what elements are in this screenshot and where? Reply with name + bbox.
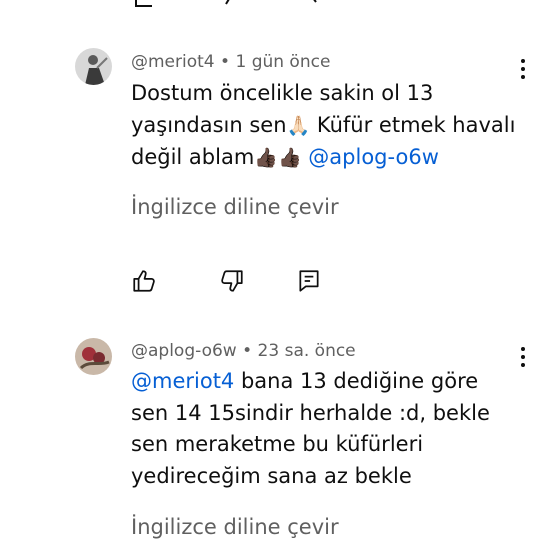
mention-link[interactable]: @aplog-o6w <box>302 145 439 169</box>
translate-link[interactable]: İngilizce diline çevir <box>131 195 339 219</box>
more-vert-icon <box>521 59 525 63</box>
comment-line: Dostum öncelikle sakin ol 13 <box>131 81 434 105</box>
avatar[interactable] <box>75 48 112 85</box>
reply-icon[interactable] <box>306 0 328 8</box>
comment-line: yaşındasın sen🙏🏻 Küfür etmek havalı <box>131 112 516 137</box>
comment-line: sen 14 15sindir herhalde :d, bekle <box>131 400 490 425</box>
comment-age[interactable]: 23 sa. önce <box>258 341 356 361</box>
comment-author[interactable]: @meriot4 <box>131 52 215 72</box>
mention-link[interactable]: @meriot4 <box>131 369 234 393</box>
like-icon[interactable] <box>131 268 157 294</box>
comment-line: değil ablam👍🏿👍🏿 @aplog-o6w <box>131 145 439 169</box>
previous-actions-row <box>126 0 326 8</box>
comment-line: yedireceğim sana az bekle <box>131 463 412 488</box>
comment-age[interactable]: 1 gün önce <box>235 52 330 72</box>
comment-author[interactable]: @aplog-o6w <box>131 341 237 361</box>
translate-link[interactable]: İngilizce diline çevir <box>131 515 339 539</box>
emoji: 🙏🏻 <box>286 114 311 137</box>
meta-separator: • <box>214 52 236 72</box>
comment-line: @meriot4 bana 13 dediğine göre <box>131 369 479 393</box>
comment-text: @meriot4 bana 13 dediğine göre sen 14 15… <box>131 366 531 492</box>
comment-text: Dostum öncelikle sakin ol 13 yaşındasın … <box>131 78 531 175</box>
comment-meta: @aplog-o6w • 23 sa. önce <box>131 341 356 361</box>
like-icon[interactable] <box>134 0 156 8</box>
comment-line: sen meraketme bu küfürleri <box>131 432 424 456</box>
emoji: 👍🏿👍🏿 <box>254 147 302 169</box>
dislike-icon[interactable] <box>219 268 245 294</box>
meta-separator: • <box>236 341 258 361</box>
avatar[interactable] <box>75 338 112 375</box>
more-vert-icon <box>521 347 525 351</box>
comment-meta: @meriot4 • 1 gün önce <box>131 52 330 72</box>
reply-icon[interactable] <box>296 268 322 294</box>
dislike-icon[interactable] <box>222 0 244 8</box>
